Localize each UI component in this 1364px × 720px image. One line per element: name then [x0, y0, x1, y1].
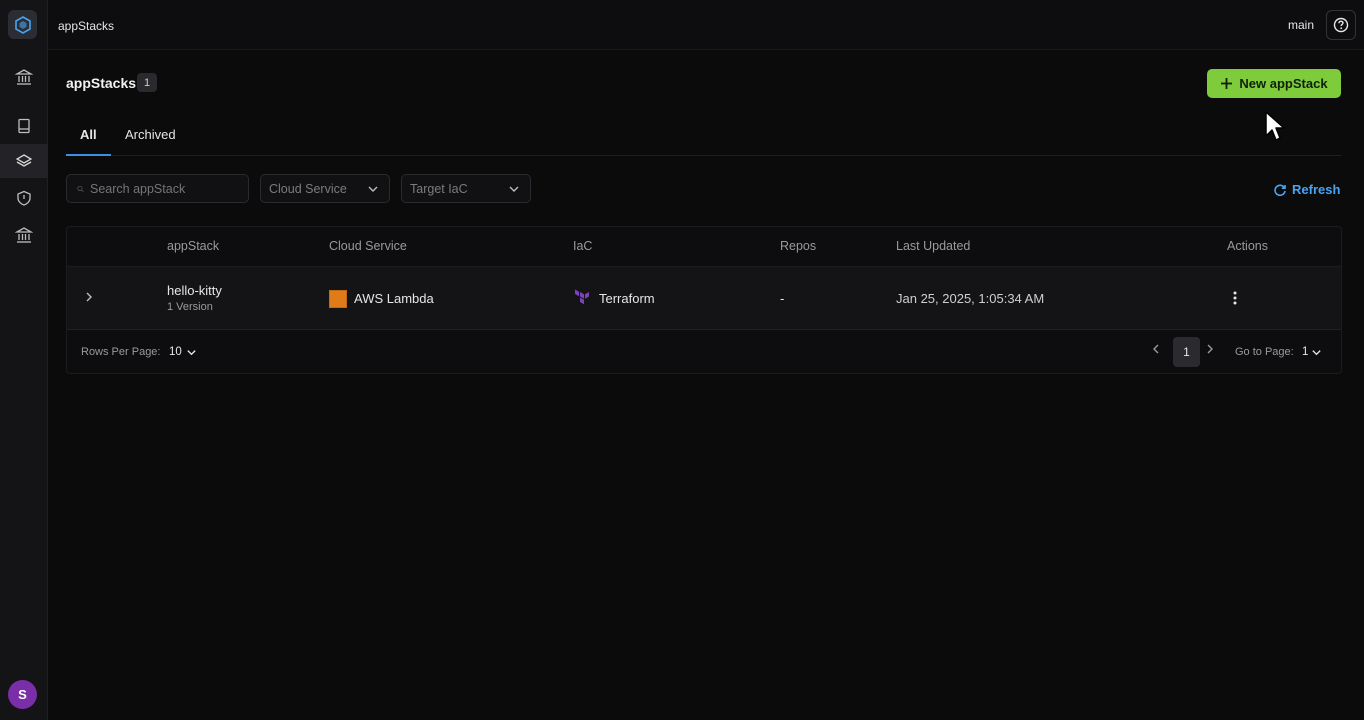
active-tab-indicator	[66, 154, 111, 156]
chevron-down-icon	[187, 349, 196, 355]
go-to-page-label: Go to Page:	[1235, 346, 1294, 358]
target-iac-select-label: Target IaC	[410, 181, 468, 196]
target-iac-select[interactable]: Target IaC	[401, 174, 531, 203]
avatar[interactable]: S	[8, 680, 37, 709]
appstack-name[interactable]: hello-kitty	[167, 283, 222, 298]
table-header: appStack Cloud Service IaC Repos Last Up…	[67, 227, 1341, 267]
page-title: appStacks	[66, 75, 137, 91]
search-input[interactable]	[90, 181, 240, 196]
mouse-cursor-icon	[1265, 111, 1285, 141]
column-header-appstack: appStack	[167, 239, 220, 253]
search-icon	[77, 185, 84, 192]
chevron-right-icon[interactable]	[83, 291, 95, 303]
more-actions-icon[interactable]	[1231, 289, 1239, 307]
logo-icon[interactable]	[8, 10, 37, 39]
go-to-page-select[interactable]: 1	[1302, 346, 1322, 358]
repos-value: -	[780, 291, 785, 306]
appstack-version: 1 Version	[167, 301, 213, 313]
cloud-service-value: AWS Lambda	[354, 291, 434, 306]
book-icon[interactable]	[0, 109, 48, 143]
bank-icon[interactable]	[0, 60, 48, 94]
page-number-button[interactable]: 1	[1173, 337, 1200, 367]
tab-archived[interactable]: Archived	[125, 127, 176, 142]
aws-lambda-icon	[329, 290, 347, 308]
new-appstack-button[interactable]: New appStack	[1207, 69, 1341, 98]
appstacks-table: appStack Cloud Service IaC Repos Last Up…	[66, 226, 1342, 374]
column-header-cloud-service: Cloud Service	[329, 239, 407, 253]
shield-icon[interactable]	[0, 181, 48, 215]
sidebar: S	[0, 0, 48, 720]
new-appstack-label: New appStack	[1239, 76, 1328, 91]
layers-icon[interactable]	[0, 144, 48, 178]
chevron-down-icon	[1312, 349, 1322, 355]
rows-per-page-select[interactable]: 10	[169, 346, 197, 358]
chevron-left-icon[interactable]	[1150, 343, 1162, 355]
refresh-button[interactable]: Refresh	[1273, 182, 1340, 197]
table-footer: Rows Per Page: 10 1 Go to Page: 1	[67, 331, 1341, 374]
column-header-actions: Actions	[1227, 239, 1268, 253]
branch-label[interactable]: main	[1288, 18, 1314, 32]
count-badge: 1	[137, 73, 157, 92]
rows-per-page-label: Rows Per Page:	[81, 346, 161, 358]
help-button[interactable]	[1326, 10, 1356, 40]
refresh-icon	[1274, 183, 1286, 196]
column-header-last-updated: Last Updated	[896, 239, 971, 253]
cloud-service-select[interactable]: Cloud Service	[260, 174, 390, 203]
help-icon	[1333, 17, 1349, 33]
chevron-right-icon[interactable]	[1204, 343, 1216, 355]
column-header-repos: Repos	[780, 239, 817, 253]
refresh-label: Refresh	[1292, 182, 1341, 197]
column-header-iac: IaC	[573, 239, 593, 253]
top-bar: appStacks main	[48, 0, 1364, 50]
table-row[interactable]: hello-kitty 1 Version AWS Lambda Terrafo…	[67, 267, 1341, 330]
app-title: appStacks	[58, 19, 115, 33]
tab-bar: All Archived	[66, 118, 1342, 156]
chevron-down-icon	[509, 186, 519, 192]
rows-per-page-value: 10	[169, 346, 182, 358]
cloud-service-select-label: Cloud Service	[269, 181, 347, 196]
go-to-page-value: 1	[1302, 346, 1309, 358]
tab-all[interactable]: All	[80, 127, 97, 142]
plus-icon	[1221, 78, 1233, 89]
terraform-icon	[575, 289, 589, 305]
bank-icon[interactable]	[0, 218, 48, 252]
iac-value: Terraform	[599, 291, 655, 306]
chevron-down-icon	[368, 186, 378, 192]
last-updated-value: Jan 25, 2025, 1:05:34 AM	[896, 291, 1045, 306]
search-field[interactable]	[66, 174, 249, 203]
